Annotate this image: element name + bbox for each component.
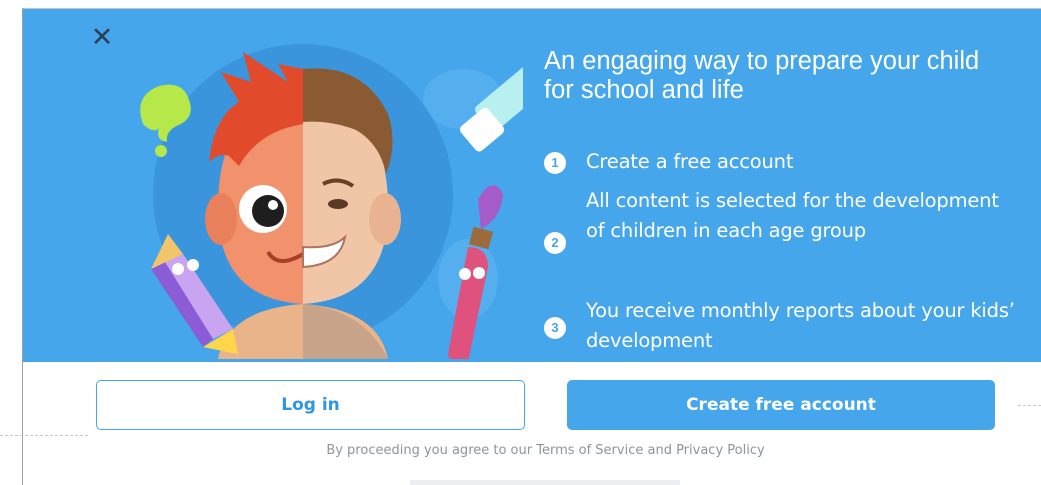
step-number-3: 3 (544, 317, 566, 339)
step-text-2: All content is selected for the developm… (586, 189, 999, 242)
boy-illustration (140, 44, 523, 359)
legal-notice: By proceeding you agree to our Terms of … (326, 443, 765, 458)
step-text-3: You receive monthly reports about your k… (586, 299, 1015, 352)
step-text-1: Create a free account (586, 150, 794, 173)
onboarding-banner: ✕ An engaging way to prepare your child … (23, 9, 1041, 362)
dashed-guide-left (0, 435, 88, 436)
step-number-2: 2 (544, 232, 566, 254)
close-icon[interactable]: ✕ (87, 23, 117, 53)
login-button[interactable]: Log in (96, 380, 525, 430)
bottom-bar (410, 480, 680, 485)
headline: An engaging way to prepare your child fo… (544, 47, 980, 104)
create-account-button[interactable]: Create free account (567, 380, 995, 430)
step-number-1: 1 (544, 152, 566, 174)
dashed-guide-right (1018, 405, 1041, 406)
